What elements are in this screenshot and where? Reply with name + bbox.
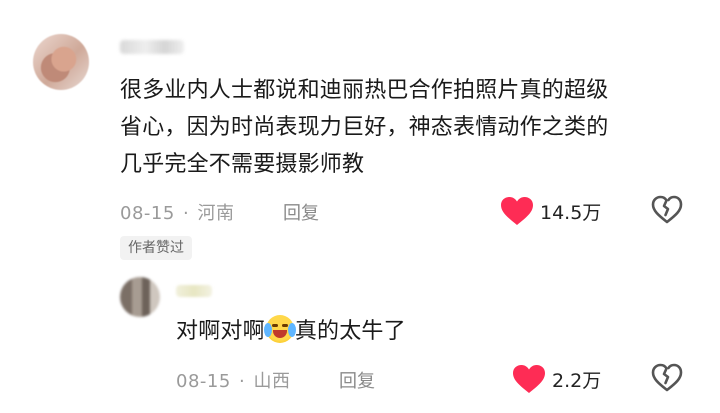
dislike-button[interactable]: [651, 363, 683, 397]
comment-text: 很多业内人士都说和迪丽热巴合作拍照片真的超级 省心，因为时尚表现力巨好，神态表情…: [120, 72, 700, 183]
author-liked-badge: 作者赞过: [120, 236, 192, 260]
comment-date: 08-15: [120, 203, 175, 224]
comment-line: 省心，因为时尚表现力巨好，神态表情动作之类的: [120, 115, 609, 140]
like-button[interactable]: 2.2万: [512, 364, 601, 394]
comment-line: 几乎完全不需要摄影师教: [120, 152, 365, 177]
like-button[interactable]: 14.5万: [500, 196, 601, 226]
comment-line: 很多业内人士都说和迪丽热巴合作拍照片真的超级: [120, 78, 609, 103]
username-blurred[interactable]: [176, 285, 212, 297]
dislike-button[interactable]: [651, 195, 683, 229]
comment-location: 山西: [253, 371, 291, 392]
like-count: 2.2万: [552, 369, 602, 392]
reply-comment-text: 对啊对啊 真的太牛了: [176, 313, 406, 350]
reply-button[interactable]: 回复: [339, 367, 375, 393]
broken-heart-icon: [651, 195, 683, 224]
reply-text-before: 对啊对啊: [176, 319, 265, 344]
heart-icon: [501, 197, 533, 225]
broken-heart-icon: [651, 363, 683, 392]
meta-separator: ·: [183, 203, 190, 224]
comment-meta: 08-15 · 河南: [120, 199, 235, 225]
heart-icon: [513, 365, 545, 393]
meta-separator: ·: [239, 371, 246, 392]
comment-location: 河南: [197, 203, 235, 224]
reply-text-after: 真的太牛了: [294, 319, 406, 344]
avatar[interactable]: [33, 34, 89, 90]
laughing-crying-emoji-icon: [263, 315, 296, 343]
reply-button[interactable]: 回复: [283, 199, 319, 225]
comment-date: 08-15: [176, 371, 231, 392]
comment-meta: 08-15 · 山西: [176, 367, 291, 393]
avatar[interactable]: [120, 277, 160, 317]
like-count: 14.5万: [540, 201, 602, 224]
username-blurred[interactable]: [120, 40, 184, 54]
